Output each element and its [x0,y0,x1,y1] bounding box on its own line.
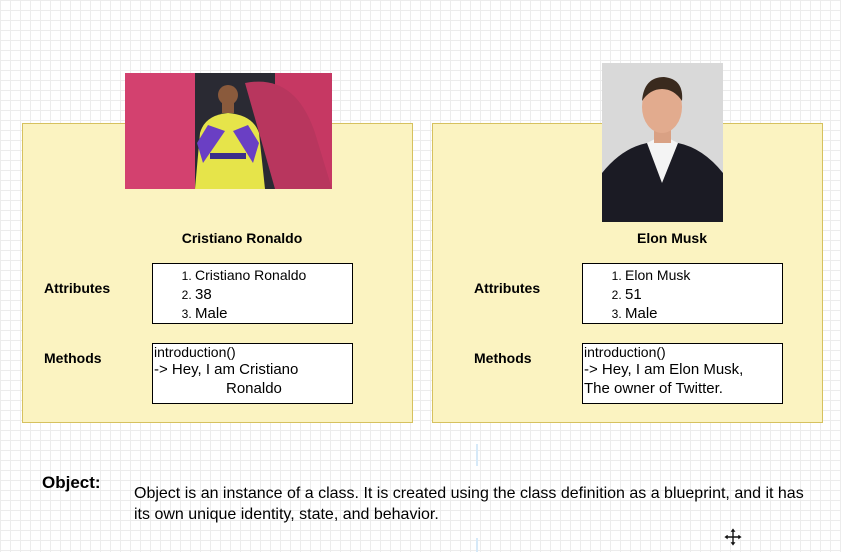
attribute-age: 38 [195,285,352,304]
method-body-line1: -> Hey, I am Elon Musk, [584,361,744,378]
person-photo-icon [602,63,723,222]
attributes-box[interactable]: Elon Musk 51 Male [582,263,783,324]
musk-photo [602,63,723,222]
object-description: Object is an instance of a class. It is … [134,485,804,523]
attributes-label: Attributes [474,280,541,296]
object-name: Elon Musk [636,230,707,246]
guide-line-bottom [476,538,478,552]
attribute-age: 51 [625,285,782,304]
object-name: Cristiano Ronaldo [181,230,303,246]
attribute-gender: Male [625,304,782,323]
object-label: Object: [42,473,101,492]
person-photo-icon [125,73,332,189]
method-signature: introduction() [584,344,666,360]
attribute-name: Cristiano Ronaldo [195,266,352,285]
method-body-line2: The owner of Twitter. [584,380,723,397]
method-body-line1: -> Hey, I am Cristiano [154,361,299,378]
methods-box[interactable]: introduction() -> Hey, I am Cristiano Ro… [152,343,353,404]
attribute-gender: Male [195,304,352,323]
methods-box[interactable]: introduction() -> Hey, I am Elon Musk, T… [582,343,783,404]
guide-line-top [476,444,478,466]
attributes-label: Attributes [44,280,111,296]
move-cursor-icon [724,528,742,546]
method-signature: introduction() [154,344,236,360]
method-body-line2: Ronaldo [226,380,282,397]
methods-label: Methods [474,350,532,366]
ronaldo-photo [125,73,332,189]
attribute-name: Elon Musk [625,266,782,285]
methods-label: Methods [44,350,102,366]
attributes-box[interactable]: Cristiano Ronaldo 38 Male [152,263,353,324]
